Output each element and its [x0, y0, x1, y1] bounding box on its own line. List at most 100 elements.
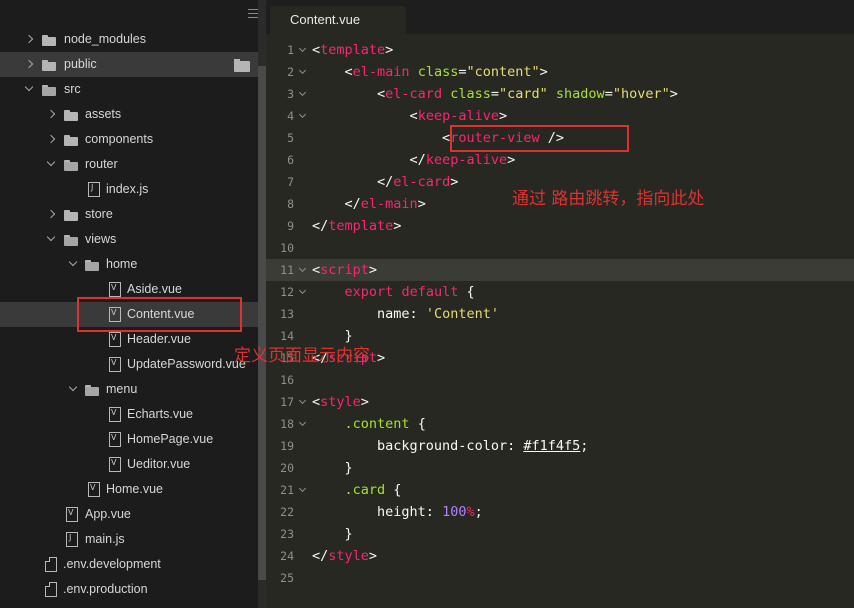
code-line: 23 }: [266, 523, 854, 545]
line-number: 18: [280, 417, 294, 431]
folder-icon: [64, 127, 80, 152]
tree-item-echarts-vue[interactable]: Echarts.vue: [0, 402, 258, 427]
fold-icon[interactable]: [299, 479, 309, 501]
code-line: 12 export default {: [266, 281, 854, 303]
line-number: 8: [287, 197, 294, 211]
vue-file-icon: [64, 502, 80, 527]
open-folder-icon[interactable]: [234, 52, 250, 77]
tab-bar: Content.vue: [266, 0, 854, 34]
file-icon: [43, 552, 59, 577]
tree-item-label: home: [106, 257, 138, 271]
sidebar-menu-icon[interactable]: [248, 9, 258, 18]
chevron-right-icon[interactable]: [46, 202, 58, 227]
fold-icon[interactable]: [299, 39, 309, 61]
tree-item-home-vue[interactable]: Home.vue: [0, 477, 258, 502]
chevron-down-icon[interactable]: [68, 252, 80, 277]
code-line: 18 .content {: [266, 413, 854, 435]
code-line: 22 height: 100%;: [266, 501, 854, 523]
sidebar-scrollbar[interactable]: [258, 66, 266, 580]
tree-item-label: views: [85, 232, 117, 246]
tree-item-views[interactable]: views: [0, 227, 258, 252]
vue-file-icon: [107, 352, 123, 377]
js-file-icon: [86, 177, 102, 202]
line-number: 11: [280, 263, 294, 277]
line-number: 10: [280, 241, 294, 255]
tree-item-app-vue[interactable]: App.vue: [0, 502, 258, 527]
router-annotation-text: 通过 路由跳转，指向此处: [512, 189, 705, 209]
tree-item-label: Home.vue: [106, 482, 163, 496]
code-line-current: 11 <script>: [266, 259, 854, 281]
line-number: 23: [280, 527, 294, 541]
fold-icon[interactable]: [299, 61, 309, 83]
tree-item-components[interactable]: components: [0, 127, 258, 152]
folder-open-icon: [64, 227, 80, 252]
tree-item-label: main.js: [85, 532, 125, 546]
tree-item-index-js[interactable]: index.js: [0, 177, 258, 202]
tree-item-main-js[interactable]: main.js: [0, 527, 258, 552]
folder-icon: [64, 202, 80, 227]
tree-item-ueditor-vue[interactable]: Ueditor.vue: [0, 452, 258, 477]
fold-icon[interactable]: [299, 83, 309, 105]
code-editor: Content.vue 1 <template> 2 <el-main class…: [266, 0, 854, 608]
content-vue-highlight-box: [77, 297, 242, 332]
code-line: 17 <style>: [266, 391, 854, 413]
fold-icon[interactable]: [299, 281, 309, 303]
tree-item-router[interactable]: router: [0, 152, 258, 177]
code-line: 2 <el-main class="content">: [266, 61, 854, 83]
tree-item-env-production[interactable]: .env.production: [0, 577, 258, 602]
tree-item-label: index.js: [106, 182, 149, 196]
chevron-right-icon[interactable]: [24, 52, 36, 77]
chevron-right-icon[interactable]: [46, 102, 58, 127]
tree-item-store[interactable]: store: [0, 202, 258, 227]
line-number: 6: [287, 153, 294, 167]
line-number: 1: [287, 43, 294, 57]
folder-open-icon: [64, 152, 80, 177]
fold-icon[interactable]: [299, 259, 309, 281]
tree-item-label: public: [64, 57, 97, 71]
tab-content-vue[interactable]: Content.vue: [270, 6, 406, 34]
line-number: 24: [280, 549, 294, 563]
chevron-right-icon[interactable]: [24, 27, 36, 52]
tree-item-updatepassword-vue[interactable]: UpdatePassword.vue: [0, 352, 258, 377]
line-number: 25: [280, 571, 294, 585]
fold-icon[interactable]: [299, 391, 309, 413]
tree-item-label: menu: [106, 382, 138, 396]
chevron-down-icon[interactable]: [46, 152, 58, 177]
chevron-down-icon[interactable]: [24, 77, 36, 102]
code-line: 6 </keep-alive>: [266, 149, 854, 171]
tree-item-homepage-vue[interactable]: HomePage.vue: [0, 427, 258, 452]
line-number: 16: [280, 373, 294, 387]
tree-item-label: UpdatePassword.vue: [127, 357, 246, 371]
vue-file-icon: [107, 452, 123, 477]
fold-icon[interactable]: [299, 105, 309, 127]
tree-item-env-development[interactable]: .env.development: [0, 552, 258, 577]
tree-item-home[interactable]: home: [0, 252, 258, 277]
tree-item-assets[interactable]: assets: [0, 102, 258, 127]
fold-icon[interactable]: [299, 413, 309, 435]
code-line: 9 </template>: [266, 215, 854, 237]
chevron-down-icon[interactable]: [46, 227, 58, 252]
line-number: 9: [287, 219, 294, 233]
line-number: 5: [287, 131, 294, 145]
code-line: 24 </style>: [266, 545, 854, 567]
tree-item-src[interactable]: src: [0, 77, 258, 102]
tree-item-label: App.vue: [85, 507, 131, 521]
line-number: 3: [287, 87, 294, 101]
chevron-down-icon[interactable]: [68, 377, 80, 402]
tree-item-label: assets: [85, 107, 122, 121]
tree-item-public[interactable]: public: [0, 52, 258, 77]
folder-icon: [42, 52, 58, 77]
chevron-right-icon[interactable]: [46, 127, 58, 152]
tree-item-label: .env.production: [63, 582, 148, 596]
tree-item-node-modules[interactable]: node_modules: [0, 27, 258, 52]
folder-icon: [42, 27, 58, 52]
tree-item-menu[interactable]: menu: [0, 377, 258, 402]
file-icon: [43, 577, 59, 602]
line-number: 2: [287, 65, 294, 79]
folder-icon: [64, 102, 80, 127]
code-area[interactable]: 1 <template> 2 <el-main class="content"> …: [266, 39, 854, 589]
tree-item-label: store: [85, 207, 113, 221]
line-number: 19: [280, 439, 294, 453]
tree-item-label: HomePage.vue: [127, 432, 214, 446]
code-line: 16: [266, 369, 854, 391]
